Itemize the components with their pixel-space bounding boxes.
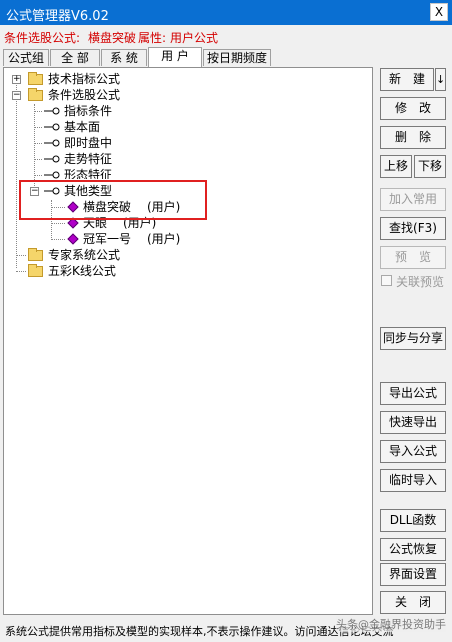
import-formula-button[interactable]: 导入公式 <box>380 440 446 463</box>
tree-node-fundamental[interactable]: 基本面 <box>34 119 234 135</box>
close-icon[interactable]: X <box>430 3 448 21</box>
tab-user[interactable]: 用 户 <box>148 47 202 67</box>
close-button[interactable]: 关 闭 <box>380 591 446 614</box>
related-preview-checkbox[interactable] <box>381 275 392 286</box>
tab-all[interactable]: 全 部 <box>50 49 100 66</box>
find-button[interactable]: 查找(F3) <box>380 217 446 240</box>
tree-line <box>34 111 42 112</box>
dll-function-button[interactable]: DLL函数 <box>380 509 446 532</box>
title-bar: 公式管理器V6.02 X <box>0 0 452 25</box>
tree-line <box>16 255 26 256</box>
tree-node-five-color-k[interactable]: 五彩K线公式 <box>12 263 212 279</box>
formula-key-icon <box>44 171 60 179</box>
tree-node-intraday[interactable]: 即时盘中 <box>34 135 234 151</box>
tab-system[interactable]: 系 统 <box>101 49 147 66</box>
tree-line <box>16 80 17 268</box>
tree-line <box>51 239 65 240</box>
user-formula-icon <box>67 233 79 245</box>
tree-node-label: 即时盘中 <box>64 136 113 150</box>
new-button[interactable]: 新 建 <box>380 68 434 91</box>
tree-node-condition-select[interactable]: − 条件选股公式 <box>12 87 212 103</box>
tree-node-label: 冠军一号 <box>83 232 132 246</box>
tree-node-trend[interactable]: 走势特征 <box>34 151 234 167</box>
tree-node-label: 专家系统公式 <box>48 248 121 262</box>
info-attr-label: 属性: <box>138 31 167 45</box>
move-up-button[interactable]: 上移 <box>380 155 412 178</box>
tree-node-pattern[interactable]: 形态特征 <box>34 167 234 179</box>
tree-node-label: 技术指标公式 <box>48 72 121 86</box>
tree-node-label: 指标条件 <box>64 104 113 118</box>
folder-icon <box>28 88 43 101</box>
export-formula-button[interactable]: 导出公式 <box>380 382 446 405</box>
tree-node-tech-indicator[interactable]: + 技术指标公式 <box>12 71 212 87</box>
formula-tree[interactable]: + 技术指标公式 − 条件选股公式 指标条件 基本面 即时盘中 走势特征 形态特… <box>3 67 373 615</box>
formula-restore-button[interactable]: 公式恢复 <box>380 538 446 561</box>
info-formula-name: 横盘突破 <box>88 31 137 45</box>
tree-node-indicator-condition[interactable]: 指标条件 <box>34 103 234 119</box>
preview-button[interactable]: 预 览 <box>380 246 446 269</box>
info-prefix: 条件选股公式: <box>4 31 81 45</box>
tab-formula-group[interactable]: 公式组 <box>3 49 49 66</box>
formula-key-icon <box>44 123 60 131</box>
tab-by-date-frequency[interactable]: 按日期频度 <box>203 49 271 66</box>
delete-button[interactable]: 删 除 <box>380 126 446 149</box>
tree-node-label: 走势特征 <box>64 152 113 166</box>
tree-line <box>34 175 42 176</box>
tab-strip: 公式组 全 部 系 统 用 户 按日期频度 <box>3 47 373 67</box>
tree-node-expert-system[interactable]: 专家系统公式 <box>12 247 212 263</box>
tree-node-label: 形态特征 <box>64 168 113 179</box>
collapse-minus-icon[interactable]: − <box>12 91 21 100</box>
tree-line <box>51 223 65 224</box>
tree-node-label: 五彩K线公式 <box>48 264 116 278</box>
expand-plus-icon[interactable]: + <box>12 75 21 84</box>
tree-line <box>34 127 42 128</box>
temp-import-button[interactable]: 临时导入 <box>380 469 446 492</box>
tree-node-label: 条件选股公式 <box>48 88 121 102</box>
window-title: 公式管理器V6.02 <box>6 9 109 24</box>
related-preview-label: 关联预览 <box>396 275 445 289</box>
sync-share-button[interactable]: 同步与分享 <box>380 327 446 350</box>
folder-icon <box>28 72 43 85</box>
folder-icon <box>28 264 43 277</box>
highlight-box <box>19 180 207 220</box>
add-common-button[interactable]: 加入常用 <box>380 188 446 211</box>
tree-line <box>16 271 26 272</box>
modify-button[interactable]: 修 改 <box>380 97 446 120</box>
quick-export-button[interactable]: 快速导出 <box>380 411 446 434</box>
tree-node-champion-one[interactable]: 冠军一号 (用户) <box>51 231 251 247</box>
tree-line <box>34 143 42 144</box>
formula-key-icon <box>44 155 60 163</box>
tree-node-tag: (用户) <box>147 232 181 246</box>
tree-node-label: 基本面 <box>64 120 101 134</box>
formula-key-icon <box>44 139 60 147</box>
watermark: 头条@金融界投资助手 <box>336 616 446 632</box>
formula-key-icon <box>44 107 60 115</box>
tree-line <box>34 159 42 160</box>
folder-icon <box>28 248 43 261</box>
ui-settings-button[interactable]: 界面设置 <box>380 563 446 586</box>
move-down-button[interactable]: 下移 <box>414 155 446 178</box>
info-attr-value: 用户公式 <box>170 31 219 45</box>
new-dropdown-arrow-icon[interactable]: ↓ <box>435 68 446 91</box>
info-bar: 条件选股公式: 横盘突破 属性: 用户公式 <box>0 26 452 46</box>
